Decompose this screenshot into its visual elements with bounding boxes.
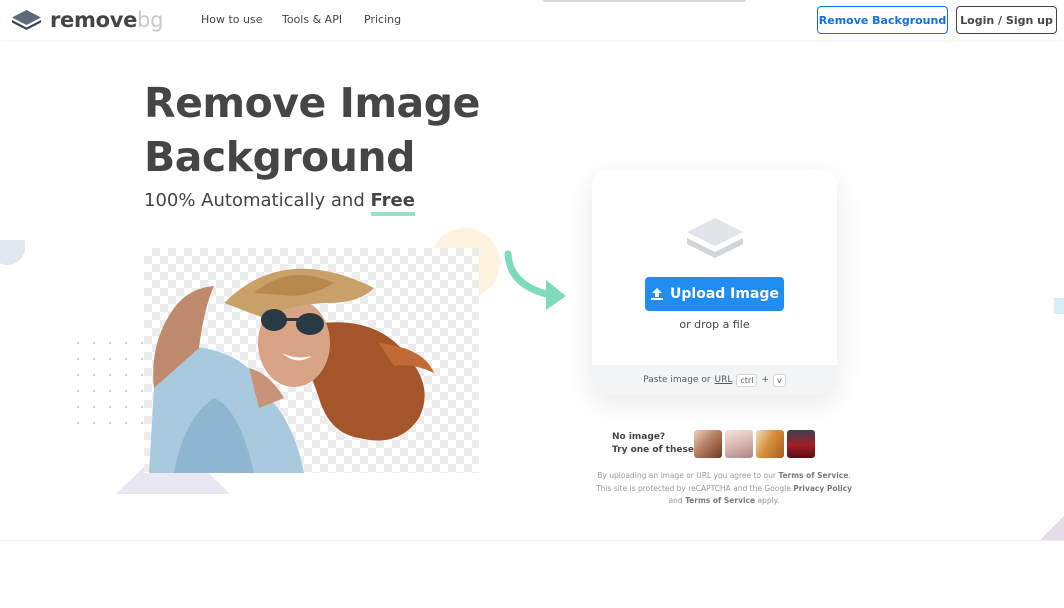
- kbd-v: v: [772, 373, 786, 387]
- page-title: Remove Image Background: [144, 76, 504, 184]
- terms-link[interactable]: Terms of Service: [778, 471, 848, 480]
- free-emphasis: Free: [370, 190, 415, 216]
- removebg-logo[interactable]: removebg: [11, 8, 163, 32]
- upload-card[interactable]: Upload Image or drop a file Paste image …: [592, 170, 837, 395]
- decor-square: [1054, 298, 1064, 314]
- section-divider: [0, 540, 1064, 541]
- login-signup-button[interactable]: Login / Sign up: [956, 6, 1057, 34]
- layers-logo-icon: [12, 10, 41, 30]
- paste-hint-bar: Paste image or URL ctrl + v: [592, 365, 837, 395]
- title-line-2: Background: [144, 133, 415, 181]
- upload-arrow-icon: [651, 288, 664, 300]
- nav-pricing[interactable]: Pricing: [364, 13, 401, 26]
- nav-how-to-use[interactable]: How to use: [201, 13, 263, 26]
- sample-cake-thumbnail[interactable]: [725, 430, 753, 458]
- upload-image-button[interactable]: Upload Image: [645, 277, 784, 311]
- legal-notice: By uploading an image or URL you agree t…: [595, 471, 853, 505]
- drop-file-text: or drop a file: [679, 318, 750, 331]
- decor-dot-grid: [70, 335, 148, 435]
- terms-link-2[interactable]: Terms of Service: [685, 496, 755, 505]
- top-navbar: removebg How to use Tools & API Pricing …: [0, 0, 1064, 40]
- layers-stack-icon: [687, 218, 743, 258]
- sample-bread-thumbnail[interactable]: [756, 430, 784, 458]
- hero-subtitle: 100% Automatically and Free: [144, 190, 415, 216]
- curved-arrow-icon: [504, 250, 566, 310]
- sample-woman-thumbnail[interactable]: [694, 430, 722, 458]
- nav-tools-api[interactable]: Tools & API: [282, 13, 342, 26]
- decor-corner-triangle: [1040, 516, 1064, 540]
- top-indicator-bar: [543, 0, 746, 2]
- privacy-policy-link[interactable]: Privacy Policy: [793, 484, 852, 493]
- sample-car-thumbnail[interactable]: [787, 430, 815, 458]
- logo-wordmark: removebg: [50, 8, 164, 32]
- decor-semicircle: [0, 240, 25, 265]
- title-line-1: Remove Image: [144, 79, 480, 127]
- paste-url-link[interactable]: URL: [715, 375, 733, 385]
- hero-example-image: [144, 248, 479, 473]
- remove-background-button[interactable]: Remove Background: [817, 6, 948, 34]
- samples-label: No image? Try one of these:: [612, 432, 698, 455]
- kbd-ctrl: ctrl: [736, 373, 758, 387]
- upload-button-label: Upload Image: [670, 286, 779, 302]
